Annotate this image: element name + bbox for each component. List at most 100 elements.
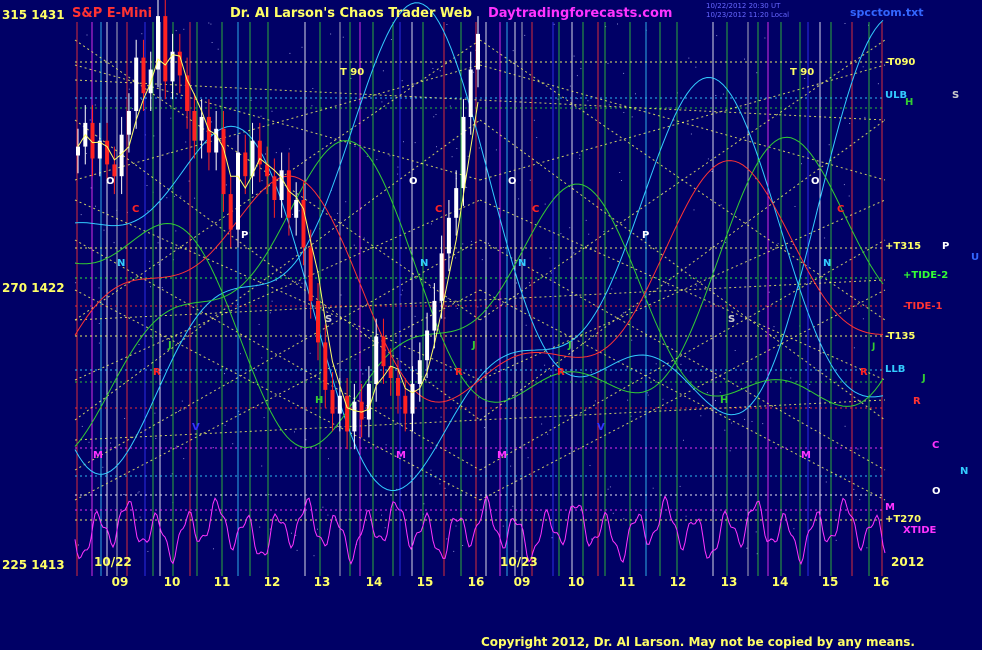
site-name: Daytradingforecasts.com bbox=[488, 6, 672, 21]
star-dot bbox=[423, 503, 425, 505]
star-dot bbox=[385, 444, 387, 446]
planet-marker: P bbox=[241, 230, 248, 241]
star-dot bbox=[853, 347, 855, 349]
star-dot bbox=[690, 133, 692, 135]
star-dot bbox=[866, 547, 868, 549]
star-dot bbox=[298, 334, 300, 336]
star-dot bbox=[623, 112, 625, 113]
star-dot bbox=[668, 107, 670, 109]
star-dot bbox=[292, 213, 293, 215]
price-bar bbox=[417, 360, 422, 384]
star-dot bbox=[158, 264, 160, 266]
star-dot bbox=[711, 171, 713, 172]
star-dot bbox=[271, 110, 273, 112]
star-dot bbox=[271, 300, 273, 302]
planet-marker: C bbox=[435, 204, 442, 215]
star-dot bbox=[693, 209, 695, 211]
star-dot bbox=[224, 424, 226, 426]
star-dot bbox=[683, 439, 684, 441]
star-dot bbox=[456, 308, 458, 309]
label-h: H bbox=[905, 97, 913, 108]
star-dot bbox=[312, 88, 314, 89]
star-dot bbox=[579, 154, 581, 156]
star-dot bbox=[345, 201, 347, 203]
star-dot bbox=[764, 37, 766, 39]
star-dot bbox=[619, 172, 621, 173]
date-label-left: 10/22 bbox=[94, 555, 132, 569]
x-tick-label: 12 bbox=[264, 575, 281, 589]
price-bar bbox=[236, 152, 240, 230]
star-dot bbox=[541, 423, 543, 425]
star-dot bbox=[250, 99, 252, 101]
price-bar bbox=[396, 378, 400, 396]
star-dot bbox=[762, 423, 764, 425]
star-dot bbox=[751, 421, 753, 422]
price-bar bbox=[439, 253, 444, 301]
star-dot bbox=[473, 71, 474, 73]
planet-marker: O bbox=[409, 176, 418, 187]
planet-marker: R bbox=[860, 367, 868, 378]
star-dot bbox=[446, 24, 448, 25]
star-dot bbox=[862, 66, 864, 68]
star-dot bbox=[354, 145, 356, 147]
star-dot bbox=[313, 555, 315, 557]
star-dot bbox=[580, 68, 582, 70]
star-dot bbox=[176, 445, 178, 447]
x-tick-label: 11 bbox=[214, 575, 231, 589]
star-dot bbox=[322, 506, 324, 508]
star-dot bbox=[132, 108, 134, 110]
star-dot bbox=[502, 303, 504, 305]
star-dot bbox=[809, 384, 811, 385]
star-dot bbox=[311, 105, 313, 107]
star-dot bbox=[275, 152, 277, 154]
star-dot bbox=[80, 214, 82, 216]
date-label-right: 10/23 bbox=[500, 555, 538, 569]
price-bar bbox=[316, 300, 320, 343]
star-dot bbox=[269, 312, 271, 314]
star-dot bbox=[149, 260, 151, 262]
star-dot bbox=[188, 180, 190, 182]
star-dot bbox=[123, 494, 125, 495]
star-dot bbox=[261, 180, 263, 182]
label-u: U bbox=[971, 252, 979, 263]
star-dot bbox=[173, 195, 175, 197]
price-bar bbox=[214, 128, 219, 153]
star-dot bbox=[557, 98, 559, 100]
star-dot bbox=[621, 180, 622, 181]
star-dot bbox=[103, 229, 105, 231]
star-dot bbox=[75, 282, 77, 284]
star-dot bbox=[462, 243, 464, 245]
star-dot bbox=[446, 538, 448, 540]
price-bar bbox=[410, 383, 415, 414]
planet-marker: J bbox=[471, 340, 476, 351]
price-bar bbox=[76, 146, 80, 156]
star-dot bbox=[175, 230, 177, 232]
star-dot bbox=[435, 114, 437, 115]
star-dot bbox=[124, 418, 126, 419]
star-dot bbox=[294, 431, 295, 433]
star-dot bbox=[790, 377, 792, 379]
star-dot bbox=[544, 364, 546, 366]
star-dot bbox=[722, 93, 724, 95]
star-dot bbox=[263, 417, 265, 419]
x-tick-label: 11 bbox=[619, 575, 636, 589]
price-bar bbox=[206, 116, 211, 153]
star-dot bbox=[403, 141, 404, 143]
star-dot bbox=[261, 357, 263, 359]
planet-marker: O bbox=[508, 176, 517, 187]
planet-marker: H bbox=[720, 395, 728, 406]
star-dot bbox=[820, 352, 822, 354]
star-dot bbox=[81, 425, 83, 427]
timestamp-ut: 10/22/2012 20:30 UT bbox=[706, 2, 781, 10]
star-dot bbox=[609, 486, 611, 488]
star-dot bbox=[793, 528, 795, 530]
star-dot bbox=[585, 219, 587, 221]
star-dot bbox=[716, 35, 718, 37]
star-dot bbox=[477, 306, 479, 308]
star-dot bbox=[773, 326, 775, 328]
star-dot bbox=[288, 148, 290, 150]
star-dot bbox=[183, 28, 185, 30]
price-bar bbox=[199, 116, 204, 141]
star-dot bbox=[478, 147, 480, 149]
star-dot bbox=[298, 282, 300, 284]
